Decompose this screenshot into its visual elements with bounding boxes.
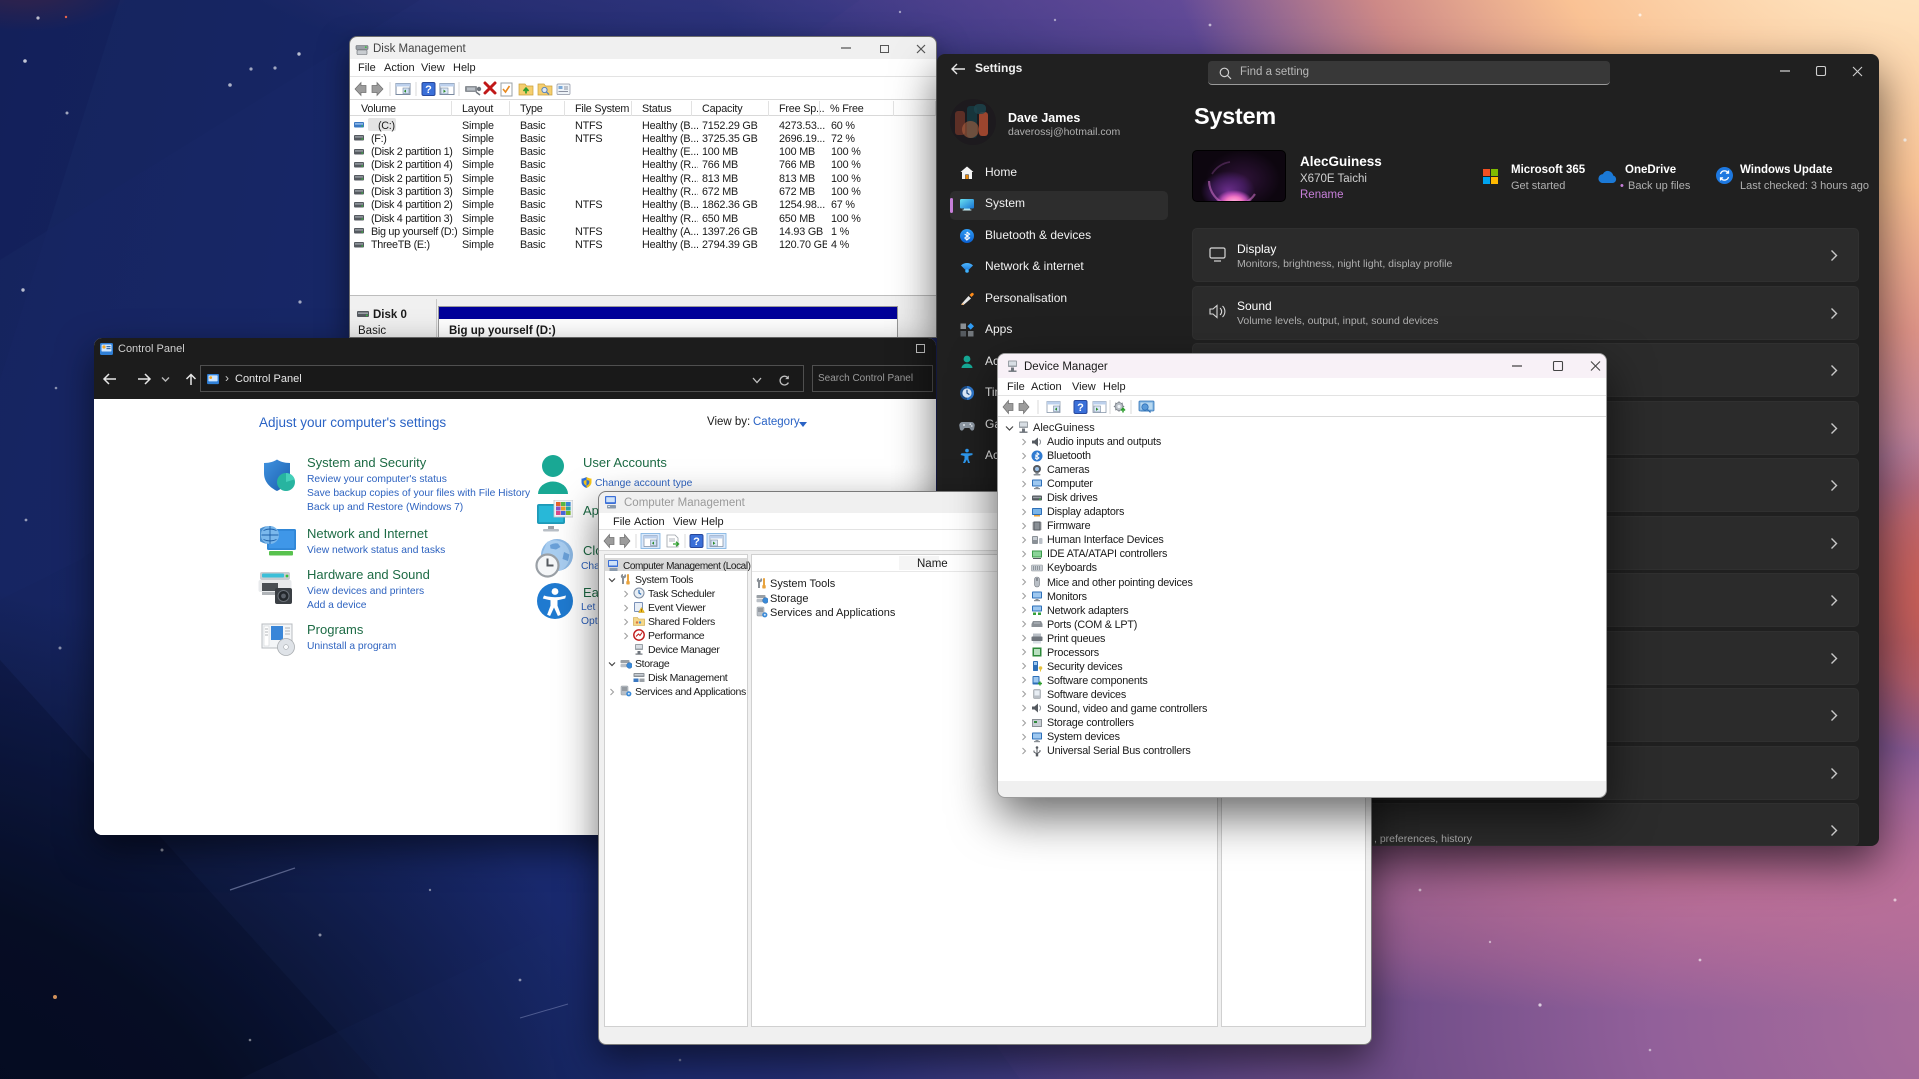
svg-text:?: ?	[1077, 402, 1084, 414]
svg-text:?: ?	[693, 536, 700, 548]
svg-text:?: ?	[425, 84, 432, 96]
